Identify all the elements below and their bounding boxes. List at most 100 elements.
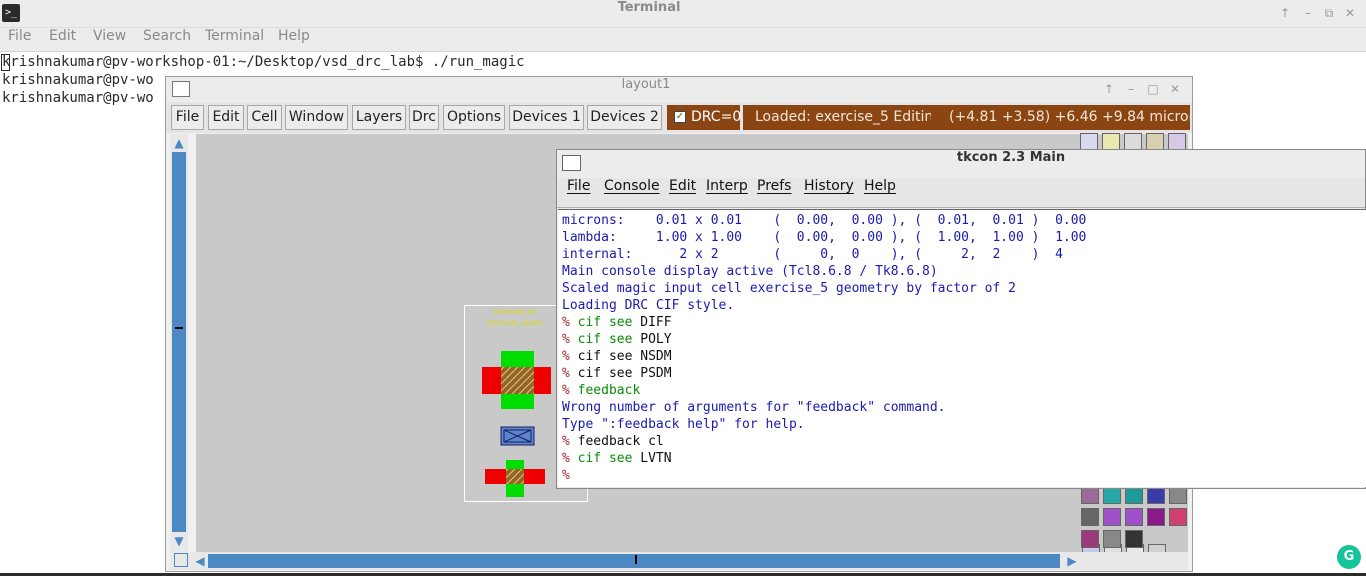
console-text: % xyxy=(562,434,578,449)
console-line: % feedback cl xyxy=(562,433,664,450)
tkcon-title: tkcon 2.3 Main xyxy=(956,150,1066,165)
scroll-left-icon[interactable]: ◀ xyxy=(192,553,208,569)
scroll-up-icon[interactable]: ▲ xyxy=(171,135,187,151)
status-coordinates: (+4.81 +3.58) +6.46 +9.84 microns xyxy=(949,109,1190,125)
vertical-scroll-track[interactable] xyxy=(172,152,186,532)
console-line: lambda: 1.00 x 1.00 ( 0.00, 0.00 ), ( 1.… xyxy=(562,229,1086,246)
palette-swatch[interactable] xyxy=(1103,530,1121,548)
console-text: % xyxy=(562,383,578,398)
terminal-menu-search[interactable]: Search xyxy=(143,28,191,44)
terminal-maximize-icon[interactable]: ⧉ xyxy=(1320,5,1338,21)
layout-menu-cell[interactable]: Cell xyxy=(247,105,282,130)
layout-menu-window[interactable]: Window xyxy=(285,105,348,130)
vertical-scroll-marker[interactable] xyxy=(175,327,183,329)
palette-swatch[interactable] xyxy=(1125,530,1143,548)
terminal-close-icon[interactable]: ✕ xyxy=(1341,5,1359,21)
console-text: Scaled magic input cell exercise_5 geome… xyxy=(562,281,1016,296)
grammarly-icon[interactable]: G xyxy=(1337,545,1361,569)
horizontal-scroll-marker[interactable] xyxy=(635,555,637,564)
layout-menu-devices1[interactable]: Devices 1 xyxy=(509,105,584,130)
tkcon-console[interactable]: microns: 0.01 x 0.01 ( 0.00, 0.00 ), ( 0… xyxy=(558,209,1366,487)
tkcon-menu-edit[interactable]: Edit xyxy=(669,178,696,194)
layout-menu-edit[interactable]: Edit xyxy=(208,105,244,130)
console-text: POLY xyxy=(640,332,672,347)
scroll-down-icon[interactable]: ▼ xyxy=(171,533,187,549)
layout-menu-devices2[interactable]: Devices 2 xyxy=(587,105,662,130)
terminal-menu-terminal[interactable]: Terminal xyxy=(205,28,264,44)
drc-label: DRC=0 xyxy=(691,109,742,125)
layout-maximize-icon[interactable]: □ xyxy=(1144,81,1162,97)
terminal-cursor xyxy=(1,54,10,71)
terminal-menu-file[interactable]: File xyxy=(8,28,31,44)
layout-up-icon[interactable]: ↑ xyxy=(1100,81,1118,97)
palette-swatch[interactable] xyxy=(1103,508,1121,526)
console-text: feedback cl xyxy=(577,434,664,449)
tkcon-menu-history[interactable]: History xyxy=(804,178,854,194)
terminal-minimize-icon[interactable]: – xyxy=(1299,5,1317,21)
console-line: Scaled magic input cell exercise_5 geome… xyxy=(562,280,1016,297)
tkcon-menu-help[interactable]: Help xyxy=(864,178,896,194)
drc-checkbox[interactable]: ✓ xyxy=(674,111,686,123)
palette-swatch[interactable] xyxy=(1081,508,1099,526)
console-text: Type ":feedback help" for help. xyxy=(562,417,805,432)
terminal-menu-edit[interactable]: Edit xyxy=(49,28,76,44)
horizontal-scroll-track[interactable] xyxy=(208,554,1060,568)
console-text: microns: 0.01 x 0.01 ( 0.00, 0.00 ), ( 0… xyxy=(562,213,1087,228)
console-line: % cif see DIFF xyxy=(562,314,672,331)
tkcon-menu-console[interactable]: Console xyxy=(604,178,660,194)
layout-menu-options[interactable]: Options xyxy=(443,105,505,130)
tkcon-menu-interp[interactable]: Interp xyxy=(706,178,748,194)
layout-close-icon[interactable]: ✕ xyxy=(1166,81,1184,97)
terminal-titlebar: >_ Terminal ↑ – ⧉ ✕ xyxy=(0,0,1366,28)
vertical-scrollbar[interactable]: ▲ ▼ xyxy=(170,134,188,552)
palette-swatch[interactable] xyxy=(1125,508,1143,526)
layout-menu-layers[interactable]: Layers xyxy=(352,105,406,130)
layout-menu-drc[interactable]: Drc xyxy=(409,105,439,130)
console-text: % xyxy=(562,366,578,381)
console-text: lambda: 1.00 x 1.00 ( 0.00, 0.00 ), ( 1.… xyxy=(562,230,1087,245)
console-text: feedback xyxy=(577,383,641,398)
palette-swatch[interactable] xyxy=(1169,508,1187,526)
layout-menubar: File Edit Cell Window Layers Drc Options… xyxy=(166,102,1192,133)
terminal-title: Terminal xyxy=(617,0,681,15)
terminal-line: krishnakumar@pv-wo xyxy=(2,72,154,88)
zoom-box-icon[interactable] xyxy=(174,553,188,567)
tkcon-menubar: File Console Edit Interp Prefs History H… xyxy=(557,178,1365,208)
console-line: Main console display active (Tcl8.6.8 / … xyxy=(562,263,938,280)
console-text: Main console display active (Tcl8.6.8 / … xyxy=(562,264,938,279)
tkcon-menu-prefs[interactable]: Prefs xyxy=(757,178,791,194)
console-text: % xyxy=(562,349,578,364)
console-text: % xyxy=(562,332,578,347)
terminal-up-icon[interactable]: ↑ xyxy=(1276,5,1294,21)
layer-palette-top xyxy=(1080,133,1190,151)
scroll-right-icon[interactable]: ▶ xyxy=(1064,553,1080,569)
console-text: cif see PSDM xyxy=(577,366,672,381)
console-text: cif see NSDM xyxy=(577,349,672,364)
console-text: % xyxy=(562,451,578,466)
terminal-menu-help[interactable]: Help xyxy=(278,28,310,44)
layer-palette xyxy=(1081,486,1191,550)
layout-minimize-icon[interactable]: – xyxy=(1122,81,1140,97)
console-text: DIFF xyxy=(640,315,672,330)
drc-toggle[interactable]: ✓ DRC=0 xyxy=(667,105,742,130)
palette-swatch[interactable] xyxy=(1147,508,1165,526)
layout-titlebar: layout1 ↑ – □ ✕ xyxy=(166,77,1192,101)
console-text: LVTN xyxy=(640,451,672,466)
console-line: % feedback xyxy=(562,382,640,399)
console-line: % cif see PSDM xyxy=(562,365,672,382)
status-loaded: Loaded: exercise_5 Editing: xyxy=(755,109,931,125)
console-line: internal: 2 x 2 ( 0, 0 ), ( 2, 2 ) 4 xyxy=(562,246,1063,263)
terminal-line: krishnakumar@pv-wo xyxy=(2,90,154,106)
console-text: % xyxy=(562,468,570,483)
console-text: cif see xyxy=(577,315,641,330)
tkcon-menu-file[interactable]: File xyxy=(567,178,590,194)
layout-menu-file[interactable]: File xyxy=(171,105,204,130)
terminal-menu-view[interactable]: View xyxy=(93,28,126,44)
layout-title: layout1 xyxy=(621,77,671,92)
console-text: cif see xyxy=(577,451,641,466)
console-line: % cif see LVTN xyxy=(562,450,672,467)
tkcon-titlebar: tkcon 2.3 Main xyxy=(557,150,1365,177)
palette-swatch[interactable] xyxy=(1081,530,1099,548)
console-text: Loading DRC CIF style. xyxy=(562,298,735,313)
horizontal-scrollbar[interactable]: ◀ ▶ xyxy=(170,552,1188,570)
